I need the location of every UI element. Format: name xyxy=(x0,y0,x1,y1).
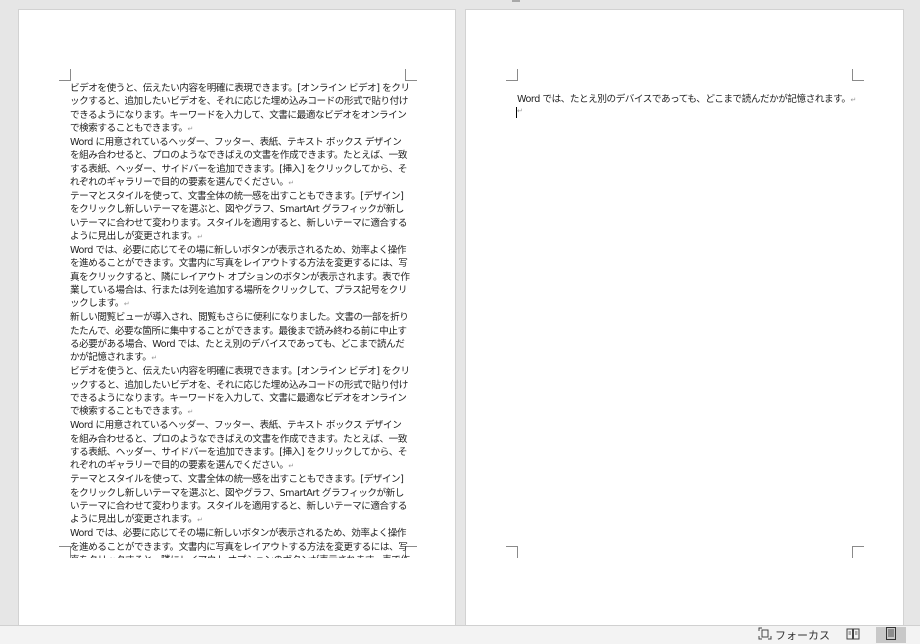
paragraph-mark: ↵ xyxy=(288,178,294,187)
paragraph-text: Word では、必要に応じてその場に新しいボタンが表示されるため、効率よく操作を… xyxy=(70,528,410,558)
paragraph-mark: ↵ xyxy=(187,124,194,133)
paragraph-text: Word に用意されているヘッダー、フッター、表紙、テキスト ボックス デザイン… xyxy=(70,420,408,471)
margin-mark-bottom-right xyxy=(852,546,864,558)
paragraph-text: テーマとスタイルを使って、文書全体の統一感を出すこともできます。[デザイン] を… xyxy=(70,474,407,525)
status-bar: フォーカス xyxy=(0,625,920,644)
paragraph-mark: ↵ xyxy=(850,96,856,104)
paragraph-text: テーマとスタイルを使って、文書全体の統一感を出すこともできます。[デザイン] を… xyxy=(70,191,407,242)
focus-icon xyxy=(758,627,772,643)
paragraph: Word では、必要に応じてその場に新しいボタンが表示されるため、効率よく操作を… xyxy=(70,244,410,311)
paragraph-text: 新しい閲覧ビューが導入され、閲覧もさらに便利になりました。文書の一部を折りたたん… xyxy=(70,312,409,363)
paragraph: ビデオを使うと、伝えたい内容を明確に表現できます。[オンライン ビデオ] をクリ… xyxy=(70,365,410,419)
document-page-1[interactable]: ビデオを使うと、伝えたい内容を明確に表現できます。[オンライン ビデオ] をクリ… xyxy=(19,10,455,625)
paragraph-mark: ↵ xyxy=(197,516,203,524)
paragraph: テーマとスタイルを使って、文書全体の統一感を出すこともできます。[デザイン] を… xyxy=(70,473,410,527)
paragraph-text: Word では、必要に応じてその場に新しいボタンが表示されるため、効率よく操作を… xyxy=(70,245,410,309)
paragraph-mark: ↵ xyxy=(517,107,523,115)
paragraph-text: Word に用意されているヘッダー、フッター、表紙、テキスト ボックス デザイン… xyxy=(70,137,408,188)
book-icon xyxy=(846,628,860,643)
document-page-2[interactable]: Word では、たとえ別のデバイスであっても、どこまで読んだかが記憶されます。↵… xyxy=(466,10,903,625)
paragraph-mark: ↵ xyxy=(197,232,203,241)
page-icon xyxy=(885,627,897,643)
paragraph: Word に用意されているヘッダー、フッター、表紙、テキスト ボックス デザイン… xyxy=(70,136,410,190)
print-layout-button[interactable] xyxy=(876,627,906,643)
paragraph: テーマとスタイルを使って、文書全体の統一感を出すこともできます。[デザイン] を… xyxy=(70,190,410,244)
scroll-handle[interactable] xyxy=(512,0,520,2)
read-mode-button[interactable] xyxy=(838,627,868,643)
margin-mark-top-right xyxy=(852,69,864,81)
paragraph: Word に用意されているヘッダー、フッター、表紙、テキスト ボックス デザイン… xyxy=(70,419,410,473)
paragraph-mark: ↵ xyxy=(123,300,130,308)
document-workspace[interactable]: ビデオを使うと、伝えたい内容を明確に表現できます。[オンライン ビデオ] をクリ… xyxy=(0,0,920,625)
page-2-body-text[interactable]: Word では、たとえ別のデバイスであっても、どこまで読んだかが記憶されます。↵ xyxy=(517,93,867,107)
paragraph-mark: ↵ xyxy=(187,408,194,416)
paragraph-mark: ↵ xyxy=(151,354,157,362)
paragraph-mark: ↵ xyxy=(288,462,294,470)
margin-mark-top-left xyxy=(59,69,71,81)
paragraph-text: ビデオを使うと、伝えたい内容を明確に表現できます。[オンライン ビデオ] をクリ… xyxy=(70,83,410,134)
margin-mark-bottom-left xyxy=(506,546,518,558)
paragraph-text: ビデオを使うと、伝えたい内容を明確に表現できます。[オンライン ビデオ] をクリ… xyxy=(70,366,410,417)
focus-label: フォーカス xyxy=(775,629,830,642)
focus-button[interactable]: フォーカス xyxy=(758,627,830,643)
paragraph: 新しい閲覧ビューが導入され、閲覧もさらに便利になりました。文書の一部を折りたたん… xyxy=(70,311,410,365)
paragraph: Word では、必要に応じてその場に新しいボタンが表示されるため、効率よく操作を… xyxy=(70,527,410,558)
paragraph: ビデオを使うと、伝えたい内容を明確に表現できます。[オンライン ビデオ] をクリ… xyxy=(70,82,410,136)
page-2-paragraph: Word では、たとえ別のデバイスであっても、どこまで読んだかが記憶されます。 xyxy=(517,94,851,105)
page-1-body-text[interactable]: ビデオを使うと、伝えたい内容を明確に表現できます。[オンライン ビデオ] をクリ… xyxy=(70,82,410,558)
margin-mark-top-right xyxy=(405,69,417,81)
margin-mark-top-left xyxy=(506,69,518,81)
